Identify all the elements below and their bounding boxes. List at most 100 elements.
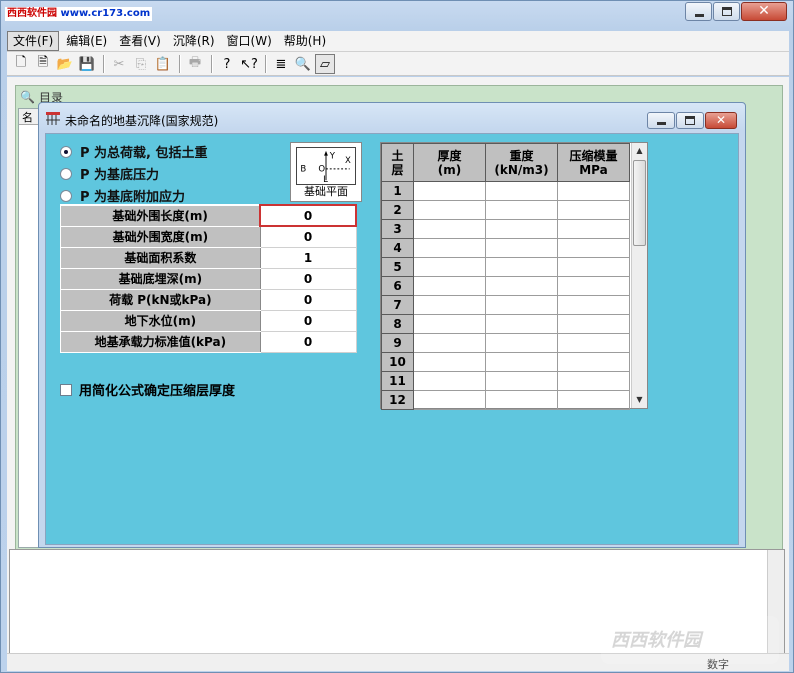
row-number: 4 xyxy=(381,238,414,258)
menu-file[interactable]: 文件(F) xyxy=(7,31,60,51)
menu-settlement[interactable]: 沉降(R) xyxy=(168,32,220,50)
soil-layer-row: 2 xyxy=(381,200,630,220)
modulus-cell[interactable] xyxy=(557,333,630,353)
unit-weight-cell[interactable] xyxy=(485,352,558,372)
scroll-up-icon[interactable]: ▲ xyxy=(632,143,647,159)
modulus-cell[interactable] xyxy=(557,181,630,201)
radio-additional-stress[interactable]: P 为基底附加应力 xyxy=(60,186,185,205)
context-help-icon[interactable]: ↖? xyxy=(239,54,259,74)
thickness-cell[interactable] xyxy=(413,314,486,334)
modulus-cell[interactable] xyxy=(557,352,630,372)
modulus-cell[interactable] xyxy=(557,200,630,220)
menu-view[interactable]: 查看(V) xyxy=(114,32,166,50)
thickness-cell[interactable] xyxy=(413,276,486,296)
param-load-input[interactable]: 0 xyxy=(259,288,357,311)
unit-weight-cell[interactable] xyxy=(485,390,558,410)
help-icon[interactable]: ? xyxy=(217,54,237,74)
param-area-coef-input[interactable]: 1 xyxy=(259,246,357,269)
soil-table-scrollbar[interactable]: ▲ ▼ xyxy=(631,143,647,408)
thickness-cell[interactable] xyxy=(413,390,486,410)
new-file-icon[interactable]: 🗋 xyxy=(11,54,31,74)
menubar: 文件(F) 编辑(E) 查看(V) 沉降(R) 窗口(W) 帮助(H) xyxy=(7,31,789,52)
row-number: 5 xyxy=(381,257,414,277)
thickness-cell[interactable] xyxy=(413,200,486,220)
maximize-button[interactable] xyxy=(713,2,740,21)
scroll-down-icon[interactable]: ▼ xyxy=(632,392,647,408)
thickness-cell[interactable] xyxy=(413,352,486,372)
modulus-cell[interactable] xyxy=(557,390,630,410)
unit-weight-cell[interactable] xyxy=(485,219,558,239)
unit-weight-cell[interactable] xyxy=(485,257,558,277)
toolbar-separator xyxy=(103,55,105,73)
child-maximize-button[interactable] xyxy=(676,112,704,129)
unit-weight-cell[interactable] xyxy=(485,238,558,258)
minimize-button[interactable] xyxy=(685,2,712,21)
find-icon[interactable]: 🔍 xyxy=(293,54,313,74)
layer-view-icon[interactable]: ▱ xyxy=(315,54,335,74)
modulus-cell[interactable] xyxy=(557,371,630,391)
radio-indicator[interactable] xyxy=(60,145,72,158)
unit-weight-cell[interactable] xyxy=(485,314,558,334)
save-icon[interactable]: 💾 xyxy=(77,54,97,74)
modulus-cell[interactable] xyxy=(557,238,630,258)
radio-indicator[interactable] xyxy=(60,167,72,180)
sort-list-icon[interactable]: ≣ xyxy=(271,54,291,74)
thickness-cell[interactable] xyxy=(413,181,486,201)
thickness-cell[interactable] xyxy=(413,333,486,353)
thickness-cell[interactable] xyxy=(413,238,486,258)
checkbox-box[interactable] xyxy=(60,383,72,396)
header-line: 厚度 xyxy=(437,148,462,163)
copy-icon[interactable]: ⎘ xyxy=(131,54,151,74)
unit-weight-cell[interactable] xyxy=(485,333,558,353)
unit-weight-cell[interactable] xyxy=(485,200,558,220)
close-icon: ✕ xyxy=(758,3,770,19)
thickness-cell[interactable] xyxy=(413,295,486,315)
open-folder-icon[interactable]: 📂 xyxy=(55,54,75,74)
child-close-button[interactable]: ✕ xyxy=(705,112,737,129)
new-document-icon[interactable]: 🗎 xyxy=(33,54,53,74)
unit-weight-cell[interactable] xyxy=(485,295,558,315)
radio-base-pressure[interactable]: P 为基底压力 xyxy=(60,164,159,183)
paste-icon[interactable]: 📋 xyxy=(153,54,173,74)
cut-icon[interactable]: ✂ xyxy=(109,54,129,74)
close-button[interactable]: ✕ xyxy=(741,2,787,21)
param-label: 基础底埋深(m) xyxy=(60,267,261,290)
thickness-cell[interactable] xyxy=(413,257,486,277)
radio-indicator[interactable] xyxy=(60,189,72,202)
toolbar: 🗋 🗎 📂 💾 ✂ ⎘ 📋 🖶 ? ↖? ≣ 🔍 ▱ xyxy=(7,52,789,76)
header-line: (m) xyxy=(437,162,462,177)
scroll-thumb[interactable] xyxy=(633,160,646,246)
modulus-cell[interactable] xyxy=(557,257,630,277)
soil-rows: 1 2 3 4 5 6 7 8 9 10 11 12 xyxy=(381,181,630,410)
menu-window[interactable]: 窗口(W) xyxy=(222,32,277,50)
unit-weight-cell[interactable] xyxy=(485,371,558,391)
plan-y-label: Y xyxy=(329,151,336,161)
foundation-params-table: 基础外围长度(m) 0 基础外围宽度(m) 0 基础面积系数 1 基础底埋深(m) 0 … xyxy=(60,204,357,353)
param-bearing-capacity-input[interactable]: 0 xyxy=(259,330,357,353)
foundation-plan-sketch: Y X B O L xyxy=(296,147,356,185)
modulus-cell[interactable] xyxy=(557,219,630,239)
thickness-cell[interactable] xyxy=(413,219,486,239)
header-line: 土 xyxy=(391,148,404,163)
param-width-input[interactable]: 0 xyxy=(259,225,357,248)
simplified-formula-checkbox[interactable]: 用简化公式确定压缩层厚度 xyxy=(60,380,235,399)
param-depth-input[interactable]: 0 xyxy=(259,267,357,290)
print-icon[interactable]: 🖶 xyxy=(185,54,205,74)
child-minimize-button[interactable] xyxy=(647,112,675,129)
close-icon: ✕ xyxy=(715,113,727,127)
directory-icon: 🔍 xyxy=(20,90,35,104)
unit-weight-cell[interactable] xyxy=(485,276,558,296)
modulus-cell[interactable] xyxy=(557,314,630,334)
radio-total-load[interactable]: P 为总荷载, 包括土重 xyxy=(60,142,208,161)
menu-edit[interactable]: 编辑(E) xyxy=(61,32,112,50)
settlement-form: P 为总荷载, 包括土重 P 为基底压力 P 为基底附加应力 Y X B O L… xyxy=(45,133,739,545)
modulus-cell[interactable] xyxy=(557,295,630,315)
checkbox-label: 用简化公式确定压缩层厚度 xyxy=(79,384,236,399)
minimize-icon xyxy=(657,122,666,125)
modulus-cell[interactable] xyxy=(557,276,630,296)
thickness-cell[interactable] xyxy=(413,371,486,391)
menu-help[interactable]: 帮助(H) xyxy=(279,32,331,50)
param-length-input[interactable]: 0 xyxy=(259,204,357,227)
unit-weight-cell[interactable] xyxy=(485,181,558,201)
param-groundwater-input[interactable]: 0 xyxy=(259,309,357,332)
